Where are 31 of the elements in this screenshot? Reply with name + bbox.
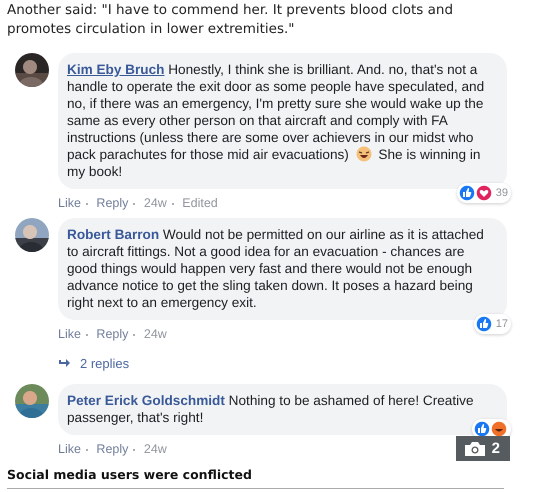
image-caption: Social media users were conflicted: [7, 467, 253, 482]
like-link[interactable]: Like: [58, 196, 81, 210]
reply-link[interactable]: Reply: [96, 442, 128, 456]
laughing-icon: [490, 420, 508, 438]
timestamp: 24w: [144, 196, 167, 210]
author-link[interactable]: Robert Barron: [67, 227, 160, 242]
thumbs-up-icon: [458, 184, 476, 202]
thumbs-up-icon: [474, 315, 493, 333]
gallery-badge[interactable]: 2: [456, 436, 510, 461]
author-link[interactable]: Peter Erick Goldschmidt: [67, 393, 225, 408]
reaction-count: 17: [496, 316, 508, 332]
reply-link[interactable]: Reply: [96, 196, 128, 210]
laughing-emoji-icon: [356, 146, 372, 162]
camera-icon: [464, 442, 485, 456]
replies-link[interactable]: 2 replies: [58, 342, 130, 377]
reaction-summary[interactable]: 17: [474, 314, 511, 334]
reaction-summary[interactable]: 39: [456, 183, 511, 203]
comment-text: Peter Erick Goldschmidt Nothing to be ashamed of here! Creative passenger, that's right!: [67, 392, 475, 426]
reply-link[interactable]: Reply: [96, 327, 128, 341]
reaction-count: 39: [496, 186, 508, 200]
reply-arrow-icon: [58, 358, 70, 368]
edited-label: Edited: [182, 196, 218, 210]
timestamp: 24w: [144, 442, 167, 456]
comment-text: Robert Barron Would not be permitted on our airline as it is attached to aircraft fittings. Not a good idea for an evacuation - chances are good things would happen very fast and there would not be enough advance notice to get the sling taken down. It poses a hazard being right next to an emergency exit.: [67, 226, 485, 311]
like-link[interactable]: Like: [58, 327, 81, 341]
article-paragraph: Another said: "I have to commend her. It prevents blood clots and promotes circulation in lower extremities.": [7, 1, 454, 39]
like-link[interactable]: Like: [58, 442, 81, 456]
author-link[interactable]: Kim Eby Bruch: [67, 62, 164, 77]
thumbs-up-icon: [473, 420, 491, 438]
comment-text: Kim Eby Bruch Honestly, I think she is brilliant. And. no, that's not a handle to operate the exit door as some people have speculated, and no, if there was an emergency, I'm pretty sure she would wake up the same as every other person on that aircraft and comply with FA instructions (unless there are some over achievers in our midst who pack parachutes for those mid air evacuations) She is winning in my book!: [67, 61, 485, 180]
timestamp: 24w: [144, 327, 167, 341]
